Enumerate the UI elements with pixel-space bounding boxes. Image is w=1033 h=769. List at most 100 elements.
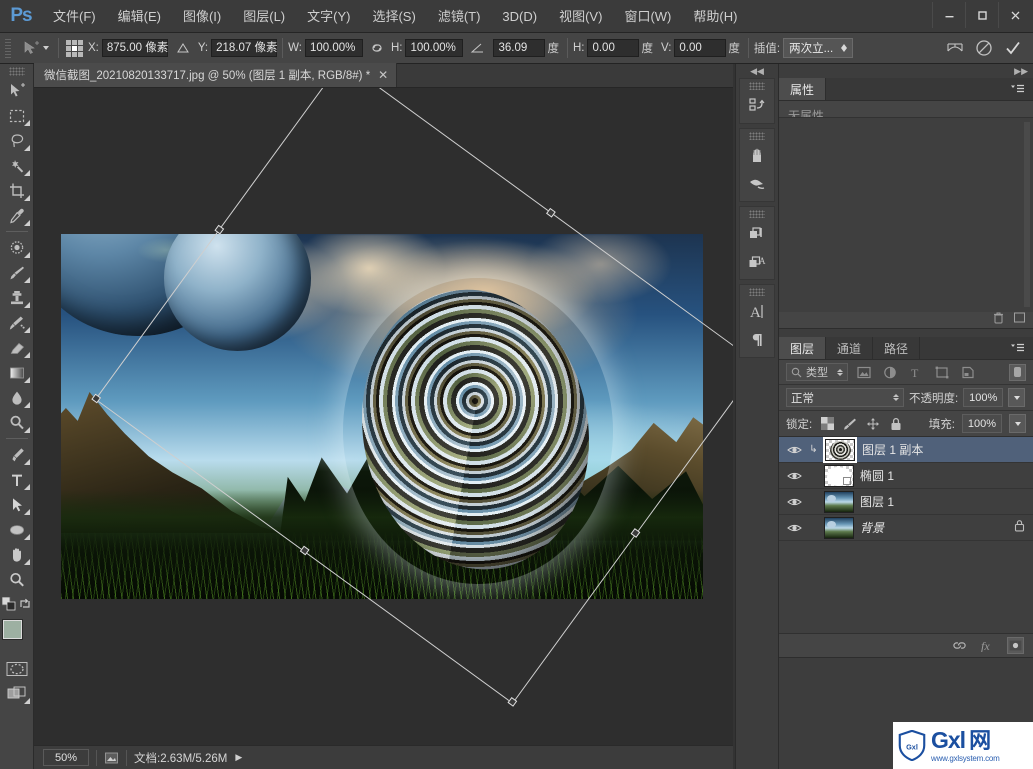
anchor-ml[interactable] — [66, 45, 71, 51]
x-input[interactable]: 875.00 像素 — [101, 39, 168, 57]
anchor-bl[interactable] — [66, 51, 71, 57]
document-tab[interactable]: 微信截图_20210820133717.jpg @ 50% (图层 1 副本, … — [34, 63, 398, 87]
add-layer-mask-icon[interactable] — [1007, 637, 1024, 654]
artboard[interactable] — [61, 234, 703, 599]
layer-visibility-toggle[interactable] — [785, 496, 803, 508]
toolbar-grip[interactable] — [8, 67, 25, 76]
hand-tool[interactable] — [2, 542, 32, 567]
filter-toggle-icon[interactable] — [1009, 363, 1026, 381]
filter-adjustment-icon[interactable] — [880, 363, 900, 381]
anchor-bc[interactable] — [72, 51, 77, 57]
cancel-transform-button[interactable] — [974, 38, 994, 58]
anchor-center[interactable] — [72, 45, 77, 51]
layer-comps-panel-icon[interactable] — [741, 220, 773, 248]
skew-v-input[interactable]: 0.00 — [674, 39, 727, 57]
color-swatches[interactable] — [2, 620, 32, 650]
thumbnail-preview-button[interactable] — [104, 751, 119, 765]
dock-group-grip-4[interactable] — [749, 288, 765, 296]
delta-triangle-icon[interactable] — [173, 41, 193, 55]
menu-file[interactable]: 文件(F) — [42, 0, 107, 33]
tab-channels[interactable]: 通道 — [826, 337, 874, 359]
skew-h-input[interactable]: 0.00 — [587, 39, 640, 57]
menu-view[interactable]: 视图(V) — [548, 0, 613, 33]
commit-transform-button[interactable] — [1003, 38, 1023, 58]
opacity-slider-button[interactable] — [1008, 388, 1026, 407]
canvas-area[interactable] — [34, 88, 733, 745]
maximize-button[interactable] — [965, 2, 998, 28]
anchor-tl[interactable] — [66, 39, 71, 45]
transform-handle-bottom-right[interactable] — [507, 696, 518, 707]
move-tool[interactable] — [2, 78, 32, 103]
layer-filter-type-select[interactable]: 类型 — [786, 363, 848, 381]
history-brush-tool[interactable] — [2, 310, 32, 335]
filter-pixel-icon[interactable] — [854, 363, 874, 381]
h-input[interactable]: 100.00% — [405, 39, 464, 57]
brush-panel-icon[interactable] — [741, 170, 773, 198]
filter-shape-icon[interactable] — [932, 363, 952, 381]
rectangular-marquee-tool[interactable] — [2, 103, 32, 128]
layer-row-3[interactable]: 图层 1 — [779, 489, 1033, 515]
menu-layer[interactable]: 图层(L) — [232, 0, 296, 33]
expand-arrow-icon[interactable]: ▶ — [235, 752, 242, 763]
magic-wand-tool[interactable] — [2, 153, 32, 178]
layer-name[interactable]: 图层 1 副本 — [862, 441, 1027, 458]
tool-preset-picker[interactable] — [17, 36, 53, 60]
layer-thumbnail[interactable] — [824, 464, 854, 487]
layer-name[interactable]: 图层 1 — [860, 493, 1027, 510]
layer-name[interactable]: 椭圆 1 — [860, 467, 1027, 484]
lock-transparent-pixels-icon[interactable] — [819, 416, 835, 432]
crop-tool[interactable] — [2, 178, 32, 203]
layer-row-2[interactable]: 椭圆 1 — [779, 463, 1033, 489]
foreground-color-swatch[interactable] — [2, 620, 22, 639]
path-selection-tool[interactable] — [2, 492, 32, 517]
character-panel-icon[interactable]: A — [741, 298, 773, 326]
properties-scrollbar[interactable] — [1024, 122, 1030, 307]
anchor-mr[interactable] — [78, 45, 83, 51]
blend-mode-select[interactable]: 正常 — [786, 388, 904, 407]
blur-tool[interactable] — [2, 385, 32, 410]
filter-smart-object-icon[interactable] — [958, 363, 978, 381]
menu-type[interactable]: 文字(Y) — [296, 0, 361, 33]
menu-filter[interactable]: 滤镜(T) — [427, 0, 492, 33]
angle-icon[interactable] — [468, 41, 488, 55]
menu-select[interactable]: 选择(S) — [361, 0, 426, 33]
anchor-tr[interactable] — [78, 39, 83, 45]
warp-mode-button[interactable] — [945, 38, 965, 58]
brush-presets-panel-icon[interactable] — [741, 142, 773, 170]
anchor-br[interactable] — [78, 51, 83, 57]
dock-group-grip-3[interactable] — [749, 210, 765, 218]
zoom-level-input[interactable]: 50% — [43, 749, 89, 766]
link-layers-icon[interactable] — [951, 637, 968, 654]
panel-options-icon[interactable] — [1013, 311, 1026, 329]
brush-tool[interactable] — [2, 260, 32, 285]
layer-style-fx-icon[interactable]: fx — [979, 637, 996, 654]
expand-panels-icon[interactable]: ▶▶ — [779, 64, 1033, 78]
default-colors-icon[interactable] — [1, 596, 16, 616]
fill-input[interactable]: 100% — [962, 414, 1002, 433]
clone-stamp-tool[interactable] — [2, 285, 32, 310]
anchor-tc[interactable] — [72, 39, 77, 45]
layer-row-1[interactable]: ↳ 图层 1 副本 — [779, 437, 1033, 463]
tab-paths[interactable]: 路径 — [873, 337, 921, 359]
tab-layers[interactable]: 图层 — [779, 337, 827, 359]
layer-name[interactable]: 背景 — [860, 519, 1008, 536]
menu-3d[interactable]: 3D(D) — [491, 0, 548, 33]
reference-point-grid-icon[interactable] — [66, 39, 83, 57]
layer-thumbnail[interactable] — [825, 438, 855, 461]
layer-thumbnail[interactable] — [824, 516, 854, 539]
close-icon[interactable]: ✕ — [378, 68, 388, 82]
layer-visibility-toggle[interactable] — [785, 522, 803, 534]
zoom-tool[interactable] — [2, 567, 32, 592]
menu-window[interactable]: 窗口(W) — [613, 0, 682, 33]
fill-slider-button[interactable] — [1009, 414, 1026, 433]
filter-type-icon[interactable]: T — [906, 363, 926, 381]
ellipse-shape-tool[interactable] — [2, 517, 32, 542]
tab-properties[interactable]: 属性 — [779, 78, 827, 100]
rotation-input[interactable]: 36.09 — [493, 39, 546, 57]
minimize-button[interactable] — [932, 2, 965, 28]
w-input[interactable]: 100.00% — [304, 39, 363, 57]
eraser-tool[interactable] — [2, 335, 32, 360]
lock-position-icon[interactable] — [865, 416, 881, 432]
close-button[interactable] — [998, 2, 1031, 28]
pen-tool[interactable] — [2, 442, 32, 467]
